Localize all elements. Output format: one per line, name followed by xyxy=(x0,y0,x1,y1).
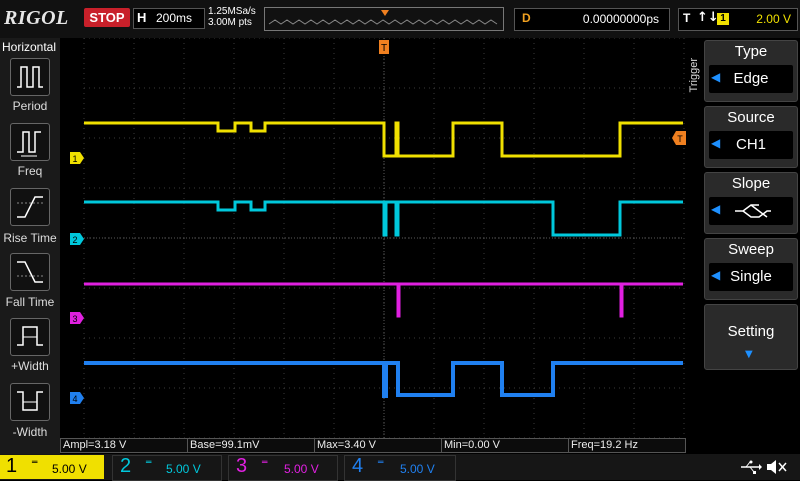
svg-text:3: 3 xyxy=(72,314,77,324)
delay-value: 0.00000000ps xyxy=(582,12,659,26)
svg-text:2: 2 xyxy=(72,235,77,245)
trigger-level: 2.00 V xyxy=(756,12,791,26)
svg-text:1: 1 xyxy=(72,154,77,164)
pos-width-icon xyxy=(17,326,43,346)
svg-text:T: T xyxy=(381,43,387,54)
sweep-label: Sweep xyxy=(728,241,774,258)
trigger-position-marker xyxy=(381,10,389,16)
measure-ampl[interactable]: Ampl=3.18 V xyxy=(60,438,188,453)
ch2-scale: 5.00 V xyxy=(166,462,201,476)
edge-symbol: ↑↓ xyxy=(697,10,719,25)
rise-time-button[interactable] xyxy=(10,188,50,226)
setting-label: Setting xyxy=(727,323,775,340)
ch4-coupling-icon: ═ xyxy=(378,458,384,468)
delay-box[interactable]: D 0.00000000ps xyxy=(514,8,670,31)
trigger-setting-softkey[interactable]: Setting ▼ xyxy=(704,304,798,370)
trigger-time-marker[interactable]: T xyxy=(379,40,389,54)
ch1-coupling-icon: ═ xyxy=(32,458,38,468)
rise-time-icon xyxy=(17,196,43,218)
svg-text:T: T xyxy=(677,134,683,144)
waveform-display[interactable]: T T 1 2 3 4 xyxy=(60,38,686,438)
ch4-scale: 5.00 V xyxy=(400,462,435,476)
trigger-status-box[interactable]: T ↑↓ 1 2.00 V xyxy=(678,8,798,31)
svg-text:4: 4 xyxy=(72,394,77,404)
fall-time-icon xyxy=(17,261,43,283)
trigger-menu-label: Trigger xyxy=(688,58,700,93)
horizontal-label: H xyxy=(137,10,147,25)
submenu-arrow-icon: ▼ xyxy=(745,349,753,360)
acquisition-info: 1.25MSa/s 3.00M pts xyxy=(208,6,256,28)
measure-max[interactable]: Max=3.40 V xyxy=(314,438,442,453)
rigol-logo: RIGOL xyxy=(4,7,69,29)
sweep-value: Single xyxy=(730,268,772,285)
rise-time-label: Rise Time xyxy=(3,231,57,245)
usb-icon xyxy=(741,460,762,474)
fall-time-label: Fall Time xyxy=(5,295,55,309)
trigger-source-badge: 1 xyxy=(717,13,729,25)
trigger-type-softkey[interactable]: Type ◀ Edge xyxy=(704,40,798,102)
period-label: Period xyxy=(12,99,48,113)
run-stop-status[interactable]: STOP xyxy=(84,8,130,27)
ch4-number: 4 xyxy=(352,455,364,477)
ch3-scale: 5.00 V xyxy=(284,462,319,476)
speaker-muted-icon[interactable] xyxy=(764,457,788,477)
delay-label: D xyxy=(522,11,531,25)
fall-time-button[interactable] xyxy=(10,253,50,291)
measure-min[interactable]: Min=0.00 V xyxy=(441,438,569,453)
ch3-coupling-icon: ═ xyxy=(262,458,268,468)
source-value: CH1 xyxy=(735,136,766,153)
trigger-slope-softkey[interactable]: Slope ◀ xyxy=(704,172,798,234)
freq-button[interactable] xyxy=(10,123,50,161)
sample-rate: 1.25MSa/s xyxy=(208,6,256,17)
type-value: Edge xyxy=(733,70,769,87)
neg-width-button[interactable] xyxy=(10,383,50,421)
freq-icon xyxy=(17,131,41,157)
measure-freq[interactable]: Freq=19.2 Hz xyxy=(568,438,686,453)
panel-title: Horizontal xyxy=(2,40,57,54)
freq-label: Freq xyxy=(17,164,43,178)
ch1-scale: 5.00 V xyxy=(52,462,87,476)
either-edge-icon xyxy=(735,204,771,218)
neg-width-icon xyxy=(17,391,43,411)
slope-label: Slope xyxy=(731,175,771,192)
period-icon xyxy=(17,66,43,88)
trigger-source-softkey[interactable]: Source ◀ CH1 xyxy=(704,106,798,168)
neg-width-label: -Width xyxy=(12,425,48,439)
trigger-label: T xyxy=(683,11,691,25)
ch1-number: 1 xyxy=(6,455,18,477)
ch2-coupling-icon: ═ xyxy=(146,458,152,468)
memory-overview-window[interactable] xyxy=(264,7,504,31)
horizontal-timebase[interactable]: H 200ms xyxy=(133,8,205,29)
period-button[interactable] xyxy=(10,58,50,96)
pos-width-label: +Width xyxy=(11,359,49,373)
ch3-number: 3 xyxy=(236,455,248,477)
memory-waveform-preview xyxy=(268,10,498,25)
trigger-sweep-softkey[interactable]: Sweep ◀ Single xyxy=(704,238,798,300)
type-label: Type xyxy=(734,43,768,60)
timebase-value: 200ms xyxy=(156,11,193,25)
ch2-number: 2 xyxy=(120,455,132,477)
pos-width-button[interactable] xyxy=(10,318,50,356)
source-label: Source xyxy=(727,109,775,126)
left-arrow-icon: ◀ xyxy=(711,202,721,216)
measure-base[interactable]: Base=99.1mV xyxy=(187,438,315,453)
memory-depth: 3.00M pts xyxy=(208,17,252,28)
